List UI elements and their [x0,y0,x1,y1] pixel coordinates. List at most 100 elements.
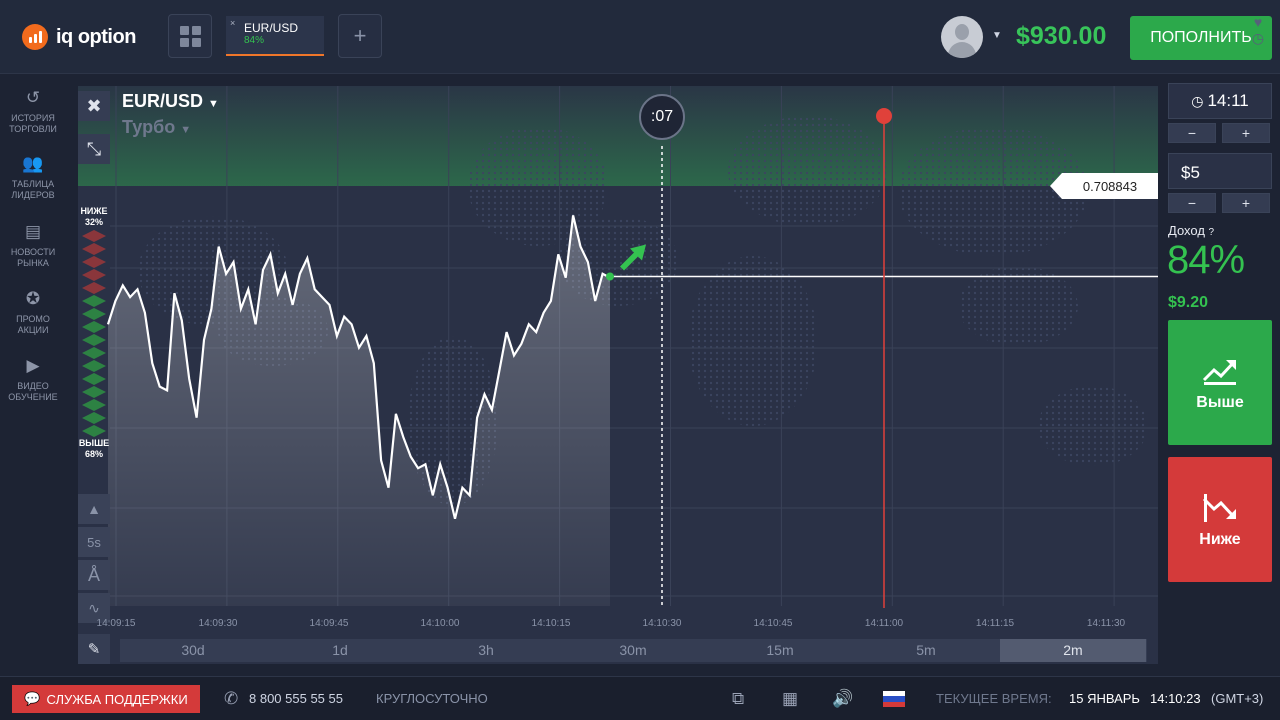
expiry-time-value: 14:11 [1207,91,1249,110]
expiry-time-field[interactable]: ◷ 14:11 [1168,83,1272,119]
chart-canvas[interactable] [78,86,1158,664]
heart-icon[interactable]: ♥ ◷ [1244,14,1272,74]
x-tick: 14:11:15 [975,618,1015,629]
sidebar-item-history[interactable]: ↺ ИСТОРИЯ ТОРГОВЛИ [0,87,66,135]
layers-icon[interactable]: ▦ [782,689,798,709]
fullscreen-icon[interactable]: ⧉ [732,689,744,709]
call-button[interactable]: Выше [1168,320,1272,445]
language-flag-icon[interactable] [883,691,905,707]
x-tick: 14:10:45 [753,618,793,629]
video-icon: ▶ [26,356,40,375]
top-bar: iq option × EUR/USD 84% + ▼ $930.00 ПОПО… [0,0,1280,74]
add-tab-button[interactable]: + [338,14,382,58]
expiry-timer: :07 [639,94,685,140]
profit-percent: 84% [1167,238,1245,282]
logo[interactable]: iq option [22,24,136,50]
sentiment-chip [82,256,106,268]
amount-input[interactable]: $5 [1168,153,1272,189]
promo-icon: ✪ [25,289,41,308]
sidebar-item-label: ВИДЕО ОБУЧЕНИЕ [8,381,58,402]
chat-icon: 💬 [24,691,41,706]
history-icon: ↺ [25,88,41,107]
support-label: СЛУЖБА ПОДДЕРЖКИ [46,691,188,707]
chart-type-icon[interactable]: ▲ [78,494,110,524]
map-region [728,116,888,226]
sentiment-chip [82,243,106,255]
help-icon[interactable]: ? [1209,227,1215,238]
trade-panel: ◷ 14:11 − + $5 − + Доход ? 84% $9.20 Выш… [1160,75,1280,675]
sidebar: ↺ ИСТОРИЯ ТОРГОВЛИ 👥 ТАБЛИЦА ЛИДЕРОВ ▤ Н… [0,75,66,675]
sidebar-item-video[interactable]: ▶ ВИДЕО ОБУЧЕНИЕ [0,355,66,403]
sidebar-item-leaders[interactable]: 👥 ТАБЛИЦА ЛИДЕРОВ [0,153,66,201]
x-tick: 14:09:15 [96,618,136,629]
time-plus-button[interactable]: + [1222,123,1270,143]
pair-title[interactable]: EUR/USD ▼ [122,91,219,112]
support-hours: КРУГЛОСУТОЧНО [376,691,488,706]
sidebar-item-label: ПРОМО АКЦИИ [16,314,50,335]
sentiment-chip [82,230,106,242]
sidebar-item-label: ИСТОРИЯ ТОРГОВЛИ [9,113,57,134]
clock-icon: ◷ [1191,92,1204,109]
period-30m[interactable]: 30m [560,639,706,662]
asset-tab[interactable]: × EUR/USD 84% [226,16,324,56]
sentiment-chip [82,334,106,346]
period-selector: 30d 1d 3h 30m 15m 5m 2m [120,639,1147,662]
current-date: 15 ЯНВАРЬ [1069,691,1140,706]
timeframe-button[interactable]: 5s [78,527,110,557]
asset-tab-name: EUR/USD [244,21,299,35]
avatar[interactable] [941,16,983,58]
amount-minus-button[interactable]: − [1168,193,1216,213]
logo-icon [22,24,48,50]
x-tick: 14:09:45 [309,618,349,629]
finish-flag-icon [876,108,892,124]
balance[interactable]: $930.00 [1016,22,1106,51]
period-5m[interactable]: 5m [853,639,999,662]
support-phone[interactable]: 8 800 555 55 55 [249,691,343,706]
sentiment-higher-label: ВЫШЕ [78,438,110,448]
sidebar-item-promo[interactable]: ✪ ПРОМО АКЦИИ [0,288,66,336]
sentiment-chip [82,269,106,281]
price-chart[interactable]: ✖ ⤡ EUR/USD ▼ Турбо ▼ НИЖЕ 32% ВЫШЕ 68% … [78,86,1158,664]
close-icon[interactable]: ✖ [78,91,110,121]
put-button[interactable]: Ниже [1168,457,1272,582]
x-tick: 14:10:30 [642,618,682,629]
amount-plus-button[interactable]: + [1222,193,1270,213]
sentiment-higher: ВЫШЕ 68% [78,438,110,460]
period-3h[interactable]: 3h [413,639,559,662]
call-label: Выше [1196,394,1244,411]
profit-label: Доход ? [1168,223,1214,238]
period-15m[interactable]: 15m [707,639,853,662]
mode-name: Турбо [122,117,176,137]
sidebar-item-label: НОВОСТИ РЫНКА [10,247,56,268]
mode-selector[interactable]: Турбо ▼ [122,117,191,138]
period-30d[interactable]: 30d [120,639,266,662]
collapse-icon[interactable]: ⤡ [78,134,110,164]
period-1d[interactable]: 1d [267,639,413,662]
sentiment-chip [82,308,106,320]
sentiment-chip [82,347,106,359]
pencil-icon[interactable]: ✎ [78,634,110,664]
sentiment-chip [82,360,106,372]
trend-down-icon [1202,494,1236,522]
asset-tab-payout: 84% [244,35,265,46]
layout-grid-button[interactable] [168,14,212,58]
support-button[interactable]: 💬 СЛУЖБА ПОДДЕРЖКИ [12,685,200,713]
current-time: 14:10:23 [1150,691,1201,706]
sound-icon[interactable]: 🔊 [832,689,853,709]
footer-bar: 💬 СЛУЖБА ПОДДЕРЖКИ ✆ 8 800 555 55 55 КРУ… [0,676,1280,720]
sentiment-lower-pct: 32% [84,217,103,227]
current-time-label: ТЕКУЩЕЕ ВРЕМЯ: [936,691,1052,706]
sidebar-item-news[interactable]: ▤ НОВОСТИ РЫНКА [0,221,66,269]
indicators-icon[interactable]: Å [78,560,110,590]
sentiment-chip [82,282,106,294]
pair-name: EUR/USD [122,91,204,111]
sentiment-chip [82,399,106,411]
time-minus-button[interactable]: − [1168,123,1216,143]
chevron-down-icon[interactable]: ▼ [992,30,1002,41]
map-region [688,256,818,426]
profit-label-text: Доход [1168,223,1205,238]
sentiment-lower: НИЖЕ 32% [78,206,110,228]
close-tab-icon[interactable]: × [230,18,235,28]
x-tick: 14:09:30 [198,618,238,629]
period-2m[interactable]: 2m [1000,639,1146,662]
